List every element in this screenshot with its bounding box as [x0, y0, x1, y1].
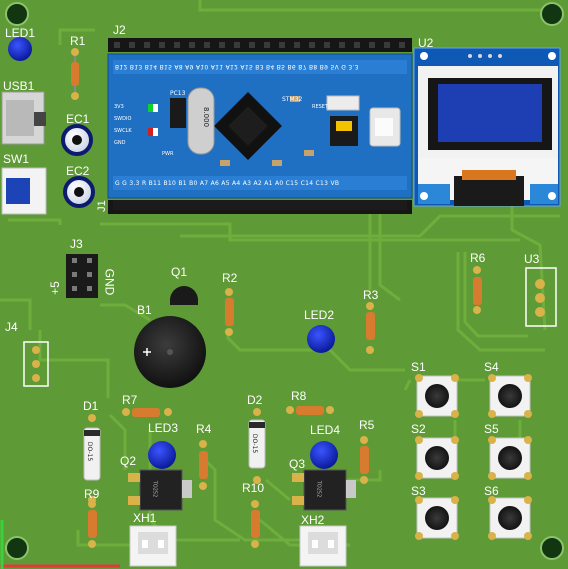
label-led3: LED3 [148, 421, 179, 435]
header-pin [219, 42, 225, 48]
header-pin [309, 42, 315, 48]
label-r7: R7 [122, 393, 138, 407]
header-pin [189, 42, 195, 48]
usb1-connector [1, 91, 46, 145]
header-pin [339, 42, 345, 48]
label-led1: LED1 [5, 26, 36, 40]
header-pin [369, 42, 375, 48]
label-usb1: USB1 [3, 79, 35, 93]
mcu-chip-label: STM32 [282, 96, 303, 103]
label-led2: LED2 [304, 308, 335, 322]
label-xh2: XH2 [301, 513, 325, 527]
header-pin [159, 42, 165, 48]
label-j3-gnd: GND [102, 268, 117, 296]
header-pin [294, 42, 300, 48]
label-led4: LED4 [310, 423, 341, 437]
header-pin [249, 42, 255, 48]
header-pin [234, 42, 240, 48]
header-pin [279, 42, 285, 48]
tactile-button [415, 496, 459, 540]
label-r2: R2 [222, 271, 238, 285]
header-pin [144, 42, 150, 48]
label-j3-plus5: +5 [47, 281, 62, 295]
mcu-pc13-label: PC13 [170, 90, 186, 97]
tactile-button [415, 374, 459, 418]
label-j1: J1 [95, 200, 108, 212]
label-r10: R10 [242, 481, 265, 495]
led1 [8, 37, 32, 61]
mcu-swclk-label: SWCLK [114, 128, 132, 134]
label-s1: S1 [411, 360, 426, 374]
label-s3: S3 [411, 484, 426, 498]
label-b1: B1 [137, 303, 152, 317]
label-q2: Q2 [120, 454, 137, 468]
label-u3: U3 [524, 252, 540, 266]
tactile-button [415, 436, 459, 480]
capacitor-ec1 [61, 124, 93, 156]
label-r6: R6 [470, 251, 486, 265]
mcu-gnd-label: GND [114, 140, 126, 146]
label-s6: S6 [484, 484, 499, 498]
q3-package-label: TO252 [315, 480, 322, 498]
capacitor-ec2 [63, 176, 95, 208]
label-d1: D1 [83, 399, 99, 413]
header-pin [399, 42, 405, 48]
label-ec2: EC2 [66, 164, 90, 178]
label-s5: S5 [484, 422, 499, 436]
mcu-pwr-label: PWR [162, 151, 174, 157]
tactile-button [488, 436, 532, 480]
header-j2 [108, 38, 412, 52]
q2-package-label: TO252 [151, 480, 158, 498]
header-pin [384, 42, 390, 48]
mcu-crystal-label: 8.000 [202, 106, 211, 128]
mcu-top-pin-row: B12 B13 B14 B15 A8 A9 A10 A11 A12 A15 B3… [115, 63, 359, 70]
led3 [148, 441, 176, 469]
label-r5: R5 [359, 418, 375, 432]
led2 [307, 325, 335, 353]
led4 [310, 441, 338, 469]
label-r1: R1 [70, 34, 86, 48]
oled-display-u2 [413, 47, 561, 207]
connector-xh1 [129, 525, 177, 567]
connector-xh2 [299, 525, 347, 567]
header-j3 [66, 254, 98, 298]
label-u2: U2 [418, 36, 434, 50]
label-r9: R9 [84, 487, 100, 501]
label-xh1: XH1 [133, 511, 157, 525]
d1-package-label: DO-15 [86, 441, 94, 462]
label-s2: S2 [411, 422, 426, 436]
header-pin [114, 42, 120, 48]
label-d2: D2 [247, 393, 263, 407]
switch-sw1 [1, 167, 47, 215]
label-sw1: SW1 [3, 152, 30, 166]
buzzer-b1 [134, 316, 206, 388]
label-j4: J4 [5, 320, 18, 334]
header-pin [324, 42, 330, 48]
pcb-board [0, 0, 568, 569]
tactile-button [488, 496, 532, 540]
label-q1: Q1 [171, 265, 188, 279]
label-j3: J3 [70, 237, 83, 251]
header-pin [204, 42, 210, 48]
mcu-3v3-label: 3V3 [114, 104, 124, 110]
pcb-canvas: LED1 USB1 SW1 R1 J2 EC1 EC2 J1 U2 J3 +5 … [0, 0, 568, 569]
d2-package-label: DO-15 [251, 433, 259, 454]
label-s4: S4 [484, 360, 499, 374]
label-q3: Q3 [289, 457, 306, 471]
label-ec1: EC1 [66, 112, 90, 126]
header-pin [174, 42, 180, 48]
mcu-reset-label: RESET [312, 104, 329, 110]
label-r8: R8 [291, 389, 307, 403]
tactile-button [488, 374, 532, 418]
header-pin [354, 42, 360, 48]
label-j2: J2 [113, 23, 126, 37]
label-r3: R3 [363, 288, 379, 302]
header-pin [129, 42, 135, 48]
label-r4: R4 [196, 422, 212, 436]
mcu-swdio-label: SWDIO [114, 116, 132, 122]
mcu-bottom-pin-row: G G 3.3 R B11 B10 B1 B0 A7 A6 A5 A4 A3 A… [115, 180, 340, 187]
header-pin [264, 42, 270, 48]
